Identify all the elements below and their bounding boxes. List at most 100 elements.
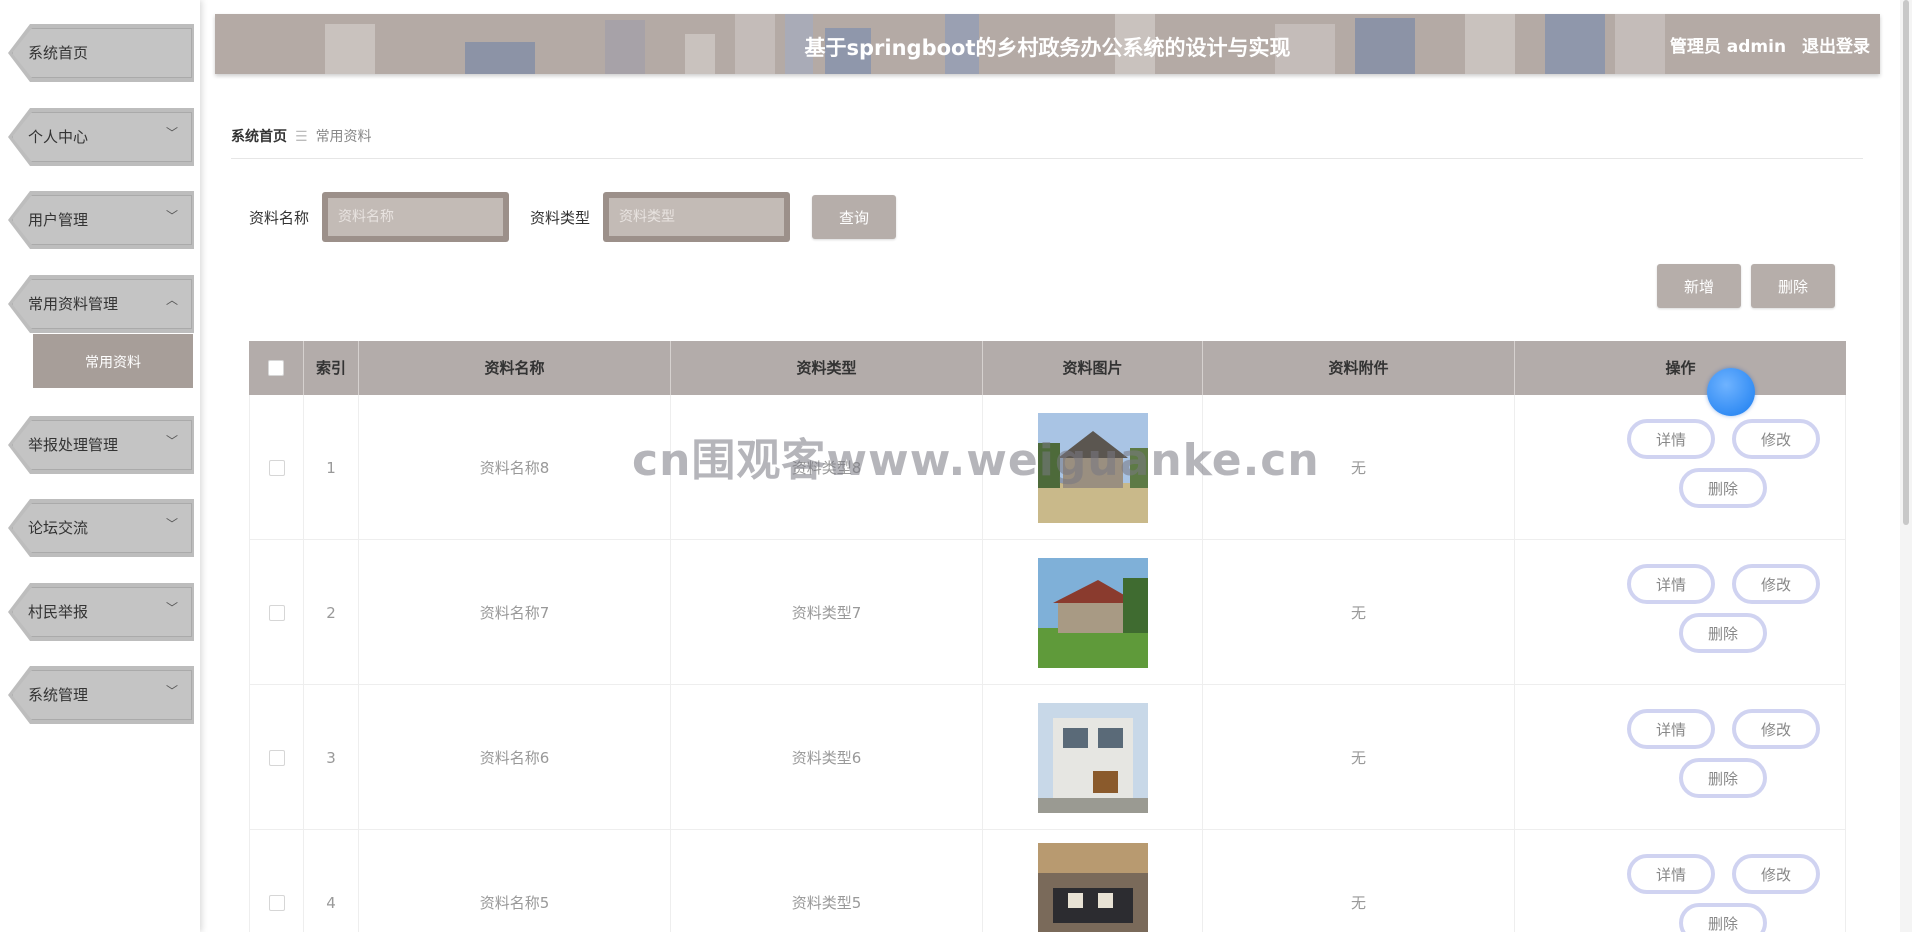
sidebar-item-label: 用户管理 xyxy=(28,211,89,229)
attachment-cell: 无 xyxy=(1203,540,1515,685)
logout-link[interactable]: 退出登录 xyxy=(1802,37,1870,57)
house-photo-thumbnail[interactable] xyxy=(1037,702,1148,813)
table-row: 2 资料名称7 资料类型7 无 详情 修改 删除 xyxy=(249,540,1846,685)
sidebar-item-common-materials-management[interactable]: 常用资料管理 ︿ xyxy=(0,269,200,339)
watermark-text: cn围观客www.weiguanke.cn xyxy=(632,435,1320,486)
edit-button[interactable]: 修改 xyxy=(1732,419,1820,459)
breadcrumb-home[interactable]: 系统首页 xyxy=(231,129,287,145)
actions-cell: 详情 修改 删除 xyxy=(1515,395,1846,540)
detail-button[interactable]: 详情 xyxy=(1627,419,1715,459)
name-search-label: 资料名称 xyxy=(249,209,310,227)
page-scrollbar[interactable] xyxy=(1900,0,1912,932)
column-header-index: 索引 xyxy=(304,341,359,395)
sidebar-item-label: 系统管理 xyxy=(28,686,89,704)
house-photo-thumbnail[interactable] xyxy=(1037,557,1148,668)
select-all-checkbox[interactable] xyxy=(268,360,284,376)
type-search-label: 资料类型 xyxy=(530,209,591,227)
sidebar-item-label: 论坛交流 xyxy=(28,519,89,537)
sidebar-item-label: 系统首页 xyxy=(28,44,89,62)
chevron-down-icon: ﹀ xyxy=(165,684,178,698)
sidebar: 系统首页 个人中心 ﹀ 用户管理 ﹀ 常用资料管理 ︿ 常用资料 举报处理管理 … xyxy=(0,0,200,932)
row-checkbox[interactable] xyxy=(268,604,285,621)
breadcrumb-separator-icon: ☰ xyxy=(295,129,308,145)
detail-button[interactable]: 详情 xyxy=(1627,709,1715,749)
add-button[interactable]: 新增 xyxy=(1657,264,1741,308)
scrollbar-thumb[interactable] xyxy=(1903,0,1909,525)
chevron-down-icon: ﹀ xyxy=(165,209,178,223)
row-checkbox[interactable] xyxy=(268,749,285,766)
type-search-box xyxy=(603,192,790,242)
select-all-cell xyxy=(249,341,304,395)
type-search-input[interactable] xyxy=(609,198,784,236)
breadcrumb: 系统首页 ☰ 常用资料 xyxy=(231,126,372,146)
edit-button[interactable]: 修改 xyxy=(1732,709,1820,749)
sidebar-item-label: 常用资料管理 xyxy=(28,295,119,313)
type-cell: 资料类型6 xyxy=(671,685,983,830)
sidebar-subitem-common-materials[interactable]: 常用资料 xyxy=(33,334,193,388)
delete-button[interactable]: 删除 xyxy=(1679,758,1767,798)
row-select-cell xyxy=(249,830,304,932)
patio-photo-thumbnail[interactable] xyxy=(1037,843,1148,932)
image-cell xyxy=(983,540,1203,685)
row-select-cell xyxy=(249,540,304,685)
index-cell: 2 xyxy=(304,540,359,685)
floating-assist-icon[interactable] xyxy=(1707,368,1755,416)
name-search-input[interactable] xyxy=(328,198,503,236)
type-cell: 资料类型5 xyxy=(671,830,983,932)
name-cell: 资料名称5 xyxy=(359,830,671,932)
actions-cell: 详情 修改 删除 xyxy=(1515,685,1846,830)
row-checkbox[interactable] xyxy=(268,894,285,911)
sidebar-item-villager-report[interactable]: 村民举报 ﹀ xyxy=(0,577,200,647)
sidebar-item-label: 个人中心 xyxy=(28,128,89,146)
attachment-cell: 无 xyxy=(1203,685,1515,830)
header-bar: 基于springboot的乡村政务办公系统的设计与实现 管理员 admin 退出… xyxy=(215,14,1880,74)
name-cell: 资料名称7 xyxy=(359,540,671,685)
actions-cell: 详情 修改 删除 xyxy=(1515,830,1846,932)
sidebar-item-label: 举报处理管理 xyxy=(28,436,119,454)
index-cell: 4 xyxy=(304,830,359,932)
chevron-up-icon: ︿ xyxy=(165,293,178,307)
delete-button[interactable]: 删除 xyxy=(1679,468,1767,508)
attachment-cell: 无 xyxy=(1203,830,1515,932)
index-cell: 3 xyxy=(304,685,359,830)
chevron-down-icon: ﹀ xyxy=(165,517,178,531)
table-row: 3 资料名称6 资料类型6 无 详情 修改 删除 xyxy=(249,685,1846,830)
delete-button[interactable]: 删除 xyxy=(1679,903,1767,932)
row-select-cell xyxy=(249,395,304,540)
column-header-name: 资料名称 xyxy=(359,341,671,395)
delete-button[interactable]: 删除 xyxy=(1679,613,1767,653)
query-button[interactable]: 查询 xyxy=(812,195,896,239)
sidebar-item-label: 村民举报 xyxy=(28,603,89,621)
detail-button[interactable]: 详情 xyxy=(1627,564,1715,604)
chevron-down-icon: ﹀ xyxy=(165,601,178,615)
breadcrumb-divider xyxy=(231,158,1863,159)
column-header-actions: 操作 xyxy=(1665,359,1696,377)
sidebar-item-personal-center[interactable]: 个人中心 ﹀ xyxy=(0,102,200,172)
image-cell xyxy=(983,830,1203,932)
column-header-attachment: 资料附件 xyxy=(1203,341,1515,395)
system-title: 基于springboot的乡村政务办公系统的设计与实现 xyxy=(804,36,1291,60)
actions-cell: 详情 修改 删除 xyxy=(1515,540,1846,685)
sidebar-item-user-management[interactable]: 用户管理 ﹀ xyxy=(0,185,200,255)
row-select-cell xyxy=(249,685,304,830)
image-cell xyxy=(983,685,1203,830)
table-row: 4 资料名称5 资料类型5 无 详情 修改 删除 xyxy=(249,830,1846,932)
edit-button[interactable]: 修改 xyxy=(1732,854,1820,894)
sidebar-item-system-management[interactable]: 系统管理 ﹀ xyxy=(0,660,200,730)
column-header-image: 资料图片 xyxy=(983,341,1203,395)
batch-delete-button[interactable]: 删除 xyxy=(1751,264,1835,308)
sidebar-item-forum[interactable]: 论坛交流 ﹀ xyxy=(0,493,200,563)
index-cell: 1 xyxy=(304,395,359,540)
breadcrumb-current: 常用资料 xyxy=(315,129,372,145)
sidebar-item-home[interactable]: 系统首页 xyxy=(0,18,200,88)
header-user-area: 管理员 admin 退出登录 xyxy=(1660,32,1870,57)
sidebar-item-report-handling[interactable]: 举报处理管理 ﹀ xyxy=(0,410,200,480)
edit-button[interactable]: 修改 xyxy=(1732,564,1820,604)
sidebar-subitem-label: 常用资料 xyxy=(85,355,141,371)
chevron-down-icon: ﹀ xyxy=(165,434,178,448)
name-cell: 资料名称6 xyxy=(359,685,671,830)
admin-user-label: 管理员 admin xyxy=(1669,37,1787,57)
detail-button[interactable]: 详情 xyxy=(1627,854,1715,894)
name-search-box xyxy=(322,192,509,242)
row-checkbox[interactable] xyxy=(268,459,285,476)
